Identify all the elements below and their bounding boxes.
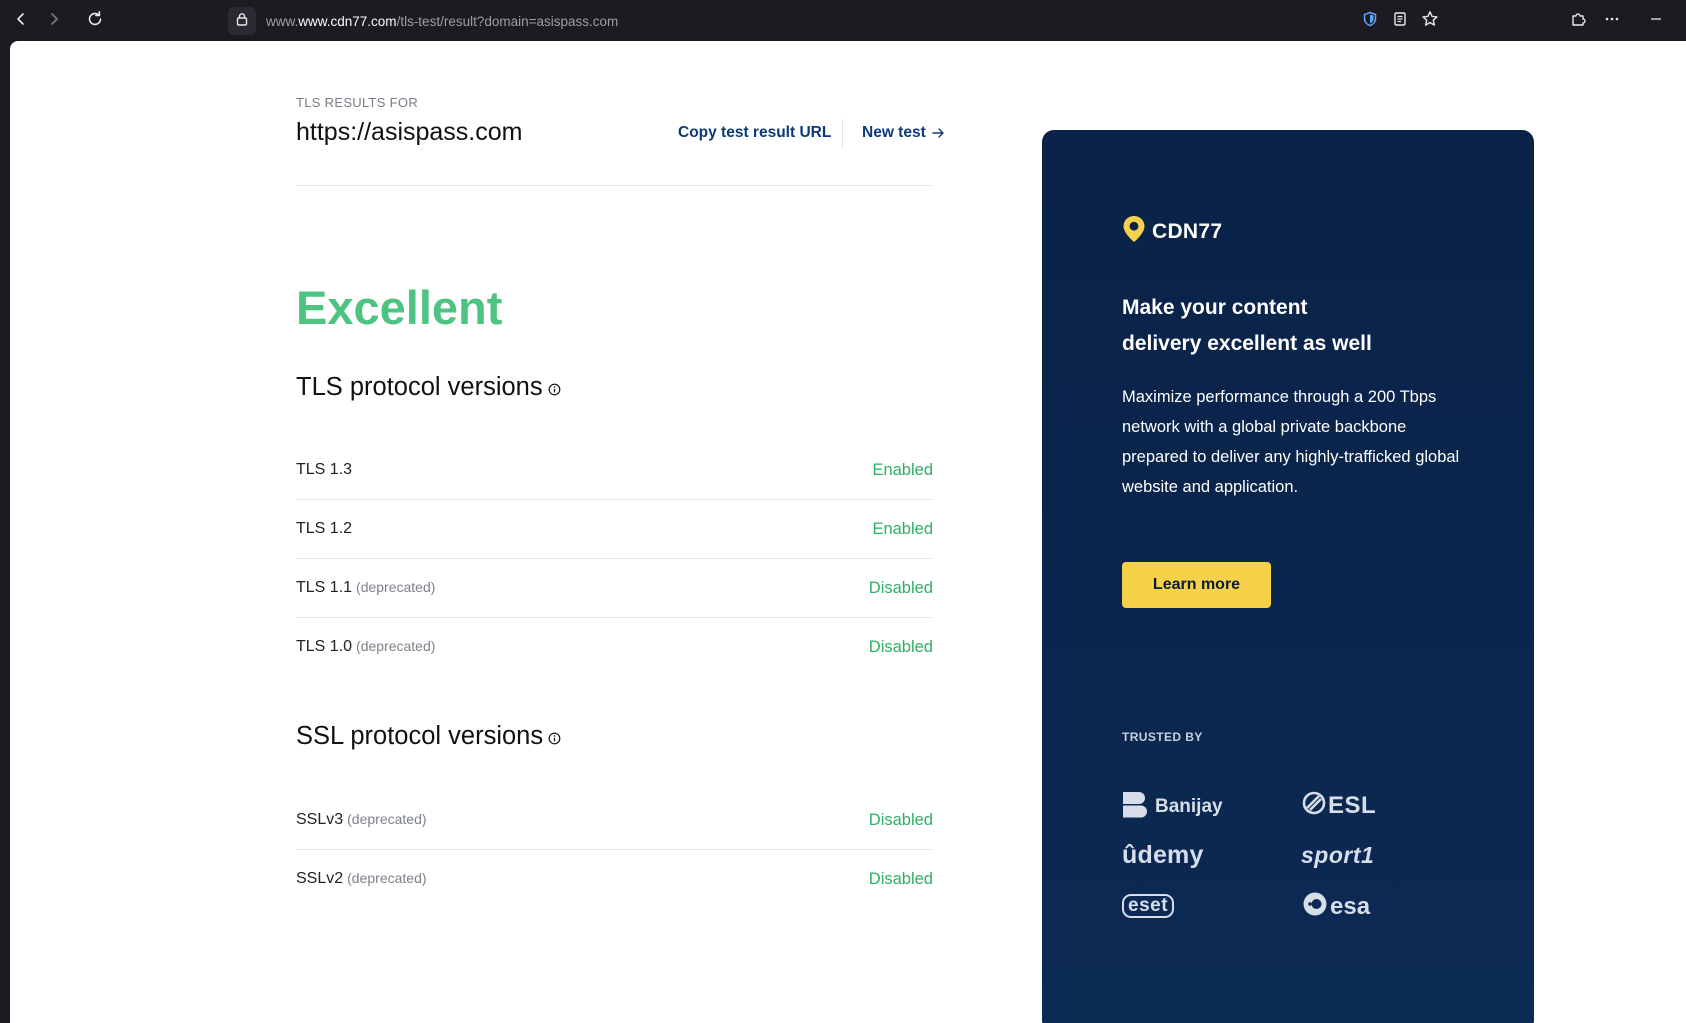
reader-view-button[interactable] xyxy=(1388,9,1412,33)
banijay-mark-icon xyxy=(1122,791,1149,823)
extensions-button[interactable] xyxy=(1566,9,1590,33)
lock-icon xyxy=(235,12,249,31)
shield-icon xyxy=(1362,11,1378,32)
list-item: TLS 1.2 Enabled xyxy=(296,500,933,559)
protocol-label: TLS 1.1 (deprecated) xyxy=(296,579,435,597)
tracking-protection-button[interactable] xyxy=(1358,9,1382,33)
brand-name: CDN77 xyxy=(1152,219,1223,243)
protocol-status: Disabled xyxy=(868,810,933,829)
address-bar[interactable]: www.www.cdn77.com/tls-test/result?domain… xyxy=(228,6,1348,36)
location-pin-icon xyxy=(1122,215,1146,248)
info-icon[interactable] xyxy=(548,383,561,396)
udemy-wordmark: ûdemy xyxy=(1122,841,1204,869)
cdn77-promo-card: CDN77 Make your content delivery excelle… xyxy=(1042,130,1534,1023)
arrow-right-icon xyxy=(932,127,945,139)
deprecated-note: (deprecated) xyxy=(347,870,427,886)
menu-button[interactable] xyxy=(1600,9,1624,33)
info-icon[interactable] xyxy=(548,732,561,745)
tested-domain: https://asispass.com xyxy=(296,118,523,146)
deprecated-note: (deprecated) xyxy=(356,579,436,595)
header-divider xyxy=(296,185,933,186)
trusted-by-label: TRUSTED BY xyxy=(1122,730,1203,744)
page-content: TLS RESULTS FOR https://asispass.com Cop… xyxy=(10,41,1686,1023)
sport1-wordmark: sport1 xyxy=(1301,842,1375,868)
deprecated-note: (deprecated) xyxy=(347,811,427,827)
protocol-label: TLS 1.2 xyxy=(296,520,352,538)
protocol-status: Disabled xyxy=(868,578,933,597)
list-item: SSLv2 (deprecated) Disabled xyxy=(296,850,933,908)
esa-mark-icon xyxy=(1302,891,1328,922)
learn-more-button[interactable]: Learn more xyxy=(1122,562,1271,608)
banijay-logo: Banijay xyxy=(1122,791,1223,823)
puzzle-icon xyxy=(1570,11,1586,32)
ssl-version-list: SSLv3 (deprecated) Disabled SSLv2 (depreca… xyxy=(296,791,933,908)
list-item: TLS 1.1 (deprecated) Disabled xyxy=(296,559,933,618)
promo-headline-line1: Make your content xyxy=(1122,296,1308,319)
link-separator xyxy=(842,119,843,149)
star-icon xyxy=(1421,10,1439,33)
minimize-window-button[interactable] xyxy=(1644,9,1668,33)
copy-result-url-link[interactable]: Copy test result URL xyxy=(678,124,831,142)
promo-description: Maximize performance through a 200 Tbps … xyxy=(1122,388,1460,496)
protocol-name: TLS 1.2 xyxy=(296,520,353,537)
sport1-logo: sport1 xyxy=(1301,842,1374,869)
protocol-status: Disabled xyxy=(868,637,933,656)
new-test-link[interactable]: New test xyxy=(862,124,945,142)
esl-mark-icon xyxy=(1302,791,1326,820)
reader-view-icon xyxy=(1392,11,1408,32)
browser-sidebar-edge xyxy=(0,41,10,1023)
results-label: TLS RESULTS FOR xyxy=(296,95,419,110)
protocol-status: Enabled xyxy=(872,460,933,479)
reload-button[interactable] xyxy=(82,8,108,34)
banijay-wordmark: Banijay xyxy=(1155,796,1223,817)
eset-wordmark: eset xyxy=(1122,894,1175,918)
udemy-logo: ûdemy xyxy=(1122,841,1204,870)
deprecated-note: (deprecated) xyxy=(356,638,436,654)
chevron-left-icon xyxy=(14,12,28,31)
list-item: TLS 1.0 (deprecated) Disabled xyxy=(296,618,933,676)
tls-section-title-text: TLS protocol versions xyxy=(296,373,543,401)
grade-result: Excellent xyxy=(296,281,503,334)
tls-version-list: TLS 1.3 Enabled TLS 1.2 Enabled TLS 1.1(… xyxy=(296,441,933,676)
protocol-name: SSLv2 xyxy=(296,870,344,887)
url-path: /tls-test/result?domain=asispass.com xyxy=(396,13,619,29)
list-item: TLS 1.3 Enabled xyxy=(296,441,933,500)
protocol-name: TLS 1.0 xyxy=(296,638,353,655)
url-text: www.www.cdn77.com/tls-test/result?domain… xyxy=(266,14,618,29)
protocol-name: TLS 1.1 xyxy=(296,579,353,596)
minimize-icon xyxy=(1649,12,1663,31)
ssl-section-title-text: SSL protocol versions xyxy=(296,722,544,750)
url-domain: www.cdn77.com xyxy=(298,13,397,29)
protocol-label: SSLv3 (deprecated) xyxy=(296,811,427,829)
more-icon xyxy=(1604,11,1620,32)
back-button[interactable] xyxy=(8,8,34,34)
esl-logo: ESL xyxy=(1302,791,1376,820)
reload-icon xyxy=(86,10,104,33)
protocol-label: TLS 1.0 (deprecated) xyxy=(296,638,435,656)
protocol-name: SSLv3 xyxy=(296,811,344,828)
esa-logo: esa xyxy=(1302,891,1370,922)
list-item: SSLv3 (deprecated) Disabled xyxy=(296,791,933,850)
protocol-status: Disabled xyxy=(868,869,933,888)
chevron-right-icon xyxy=(47,12,61,31)
url-prefix: www. xyxy=(266,13,299,29)
tls-section-title: TLS protocol versions xyxy=(296,373,561,402)
forward-button[interactable] xyxy=(41,8,67,34)
ssl-section-title: SSL protocol versions xyxy=(296,722,561,751)
site-info-button[interactable] xyxy=(228,7,256,35)
protocol-label: SSLv2 (deprecated) xyxy=(296,870,427,888)
cdn77-logo: CDN77 xyxy=(1122,215,1222,248)
bookmark-button[interactable] xyxy=(1418,9,1442,33)
new-test-label: New test xyxy=(862,124,926,141)
esa-wordmark: esa xyxy=(1330,892,1371,920)
eset-logo: eset xyxy=(1122,894,1175,918)
protocol-status: Enabled xyxy=(872,519,933,538)
promo-headline: Make your content delivery excellent as … xyxy=(1122,290,1482,362)
protocol-name: TLS 1.3 xyxy=(296,461,353,478)
promo-headline-line2: delivery excellent as well xyxy=(1122,332,1372,355)
esl-wordmark: ESL xyxy=(1328,791,1377,819)
browser-toolbar: www.www.cdn77.com/tls-test/result?domain… xyxy=(0,0,1686,41)
protocol-label: TLS 1.3 xyxy=(296,461,352,479)
